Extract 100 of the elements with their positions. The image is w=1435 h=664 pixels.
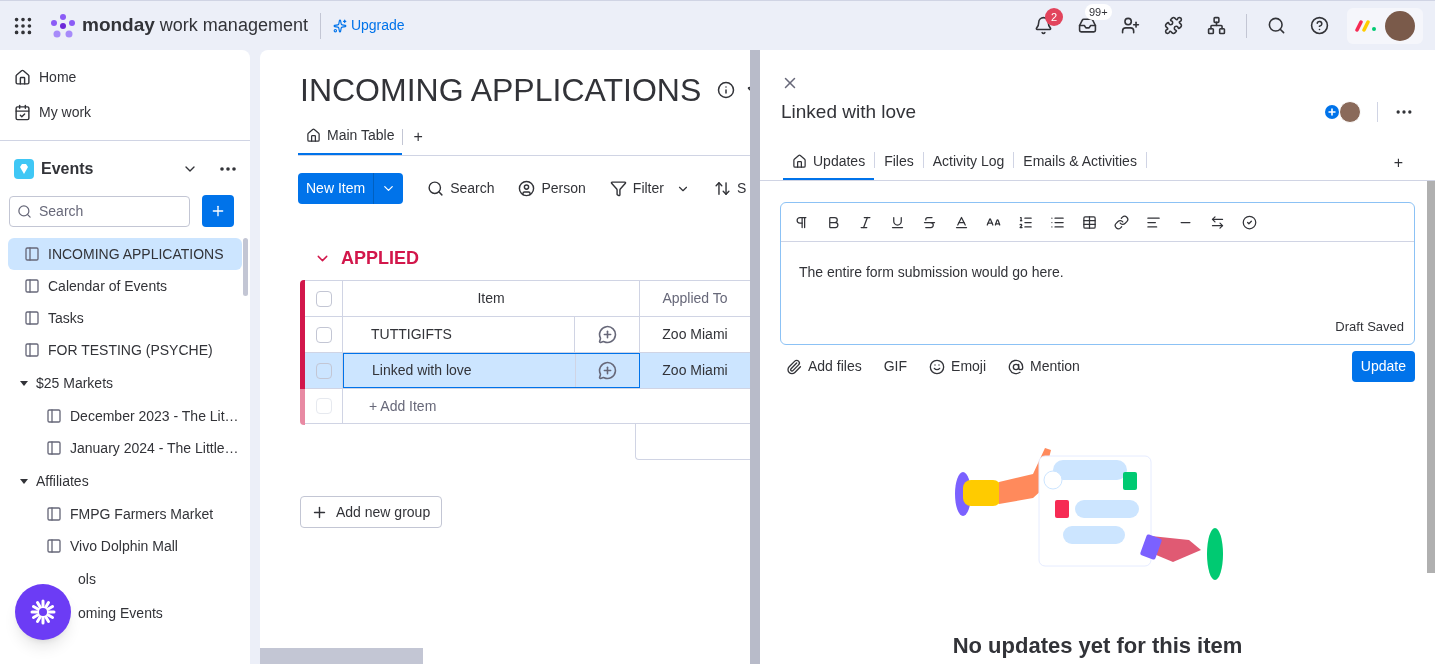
panel-tab[interactable]: Activity Log	[923, 145, 1014, 180]
draft-status: Draft Saved	[1335, 317, 1404, 336]
product-name: work management	[159, 14, 308, 37]
search-tool[interactable]: Search	[427, 178, 495, 199]
search-field[interactable]: Search	[9, 195, 190, 227]
format-icon[interactable]	[857, 214, 873, 230]
calendar-check-icon	[14, 104, 31, 121]
plus-icon	[210, 203, 226, 219]
checkbox[interactable]	[315, 326, 332, 343]
add-item-button[interactable]: + Add Item	[343, 389, 437, 423]
logo-icon	[50, 12, 76, 39]
nav-item[interactable]: Home	[0, 60, 250, 95]
notification-count: 2	[1045, 8, 1063, 26]
sparkle-icon	[30, 599, 56, 625]
add-tab-button[interactable]: +	[1393, 145, 1403, 180]
update-button[interactable]: Update	[1351, 351, 1415, 382]
table-row[interactable]: TUTTIGIFTS Zoo Miami	[305, 316, 750, 352]
board-icon	[24, 342, 40, 358]
board-item[interactable]: INCOMING APPLICATIONS	[8, 238, 242, 270]
sparkle-icon	[332, 18, 347, 33]
board-item[interactable]: Calendar of Events	[8, 270, 242, 302]
board-item[interactable]: FOR TESTING (PSYCHE)	[8, 334, 242, 366]
mention-action[interactable]: Mention	[1008, 356, 1080, 377]
add-update-icon[interactable]	[598, 361, 617, 380]
puzzle-icon[interactable]	[1164, 16, 1183, 35]
board-icon	[46, 538, 62, 554]
view-tab[interactable]: Main Table	[298, 121, 403, 155]
board-title: INCOMING APPLICATIONS	[300, 71, 702, 110]
brand-name: monday	[82, 13, 155, 38]
person-tool[interactable]: Person	[518, 178, 586, 199]
folder-item[interactable]: $25 Markets	[8, 366, 242, 400]
sort-icon	[713, 180, 731, 197]
attach-action[interactable]: Add files	[786, 356, 862, 377]
invite-icon[interactable]	[1121, 16, 1140, 35]
notifications-icon[interactable]	[1033, 16, 1053, 35]
gif-action[interactable]: GIF	[883, 356, 908, 377]
board-item[interactable]: Vivo Dolphin Mall	[8, 530, 242, 562]
info-icon[interactable]	[717, 81, 736, 99]
new-item-button[interactable]: New Item	[298, 173, 404, 204]
format-icon[interactable]	[1049, 214, 1065, 230]
format-icon[interactable]	[921, 214, 937, 230]
board-icon	[24, 278, 40, 294]
format-icon[interactable]	[1017, 214, 1033, 230]
folder-item[interactable]: Affiliates	[8, 464, 242, 498]
sort-tool[interactable]: S	[713, 178, 747, 199]
panel-tab[interactable]: Files	[875, 145, 923, 180]
folder-item[interactable]: ols	[8, 562, 242, 596]
table-row[interactable]: Linked with love Zoo Miami	[305, 352, 750, 388]
format-icon[interactable]	[793, 214, 809, 230]
table-cell[interactable]: Zoo Miami	[640, 317, 750, 352]
format-icon[interactable]	[1241, 214, 1257, 230]
panel-tab[interactable]: Updates	[783, 145, 875, 180]
avatar[interactable]	[1339, 101, 1361, 123]
hierarchy-icon[interactable]	[1207, 16, 1226, 35]
format-icon[interactable]	[1209, 214, 1225, 230]
add-update-icon[interactable]	[597, 325, 617, 344]
board-icon	[46, 506, 62, 522]
board-icon	[24, 246, 40, 262]
table-cell[interactable]: Zoo Miami	[640, 353, 750, 388]
add-subscriber-icon[interactable]	[1325, 105, 1339, 119]
help-icon[interactable]	[1310, 16, 1329, 35]
add-group-button[interactable]: Add new group	[300, 496, 442, 528]
mention-icon	[1008, 358, 1025, 375]
horizontal-scrollbar[interactable]	[260, 648, 423, 664]
search-icon[interactable]	[1267, 16, 1286, 35]
format-icon[interactable]	[953, 214, 969, 230]
board-item[interactable]: FMPG Farmers Market	[8, 498, 242, 530]
ai-assistant-button[interactable]	[15, 584, 71, 640]
inbox-count: 99+	[1085, 4, 1112, 20]
board-icon	[24, 310, 40, 326]
format-icon[interactable]	[889, 214, 905, 230]
group-title[interactable]: APPLIED	[341, 244, 419, 272]
panel-tab[interactable]: Emails & Activities	[1014, 145, 1146, 180]
format-icon[interactable]	[1113, 214, 1129, 230]
workspace-name[interactable]: Events	[41, 157, 94, 181]
home-icon	[14, 69, 31, 86]
board-icon	[46, 408, 62, 424]
board-item[interactable]: January 2024 - The Little…	[8, 432, 242, 464]
nav-item[interactable]: My work	[0, 95, 250, 130]
home-icon	[792, 154, 807, 169]
avatar	[1385, 10, 1415, 41]
board-item[interactable]: December 2023 - The Lit…	[8, 400, 242, 432]
board-item[interactable]: Tasks	[8, 302, 242, 334]
emoji-action[interactable]: Emoji	[929, 356, 987, 377]
checkbox[interactable]	[315, 290, 332, 307]
inbox-icon[interactable]	[1077, 16, 1097, 35]
add-button[interactable]	[202, 195, 234, 227]
board-icon	[46, 440, 62, 456]
attach-icon	[786, 358, 802, 375]
filter-tool[interactable]: Filter	[609, 178, 690, 199]
format-icon[interactable]	[1145, 214, 1161, 230]
upgrade-link[interactable]: Upgrade	[350, 15, 405, 36]
checkbox[interactable]	[315, 362, 332, 379]
more-icon[interactable]	[220, 167, 236, 171]
filter-icon	[609, 180, 627, 197]
brand-mark-icon	[1355, 19, 1377, 32]
format-icon[interactable]	[1081, 214, 1097, 230]
add-view-button[interactable]: +	[403, 121, 433, 155]
empty-state-message: No updates yet for this item	[951, 632, 1244, 660]
account-menu[interactable]	[1347, 7, 1423, 44]
